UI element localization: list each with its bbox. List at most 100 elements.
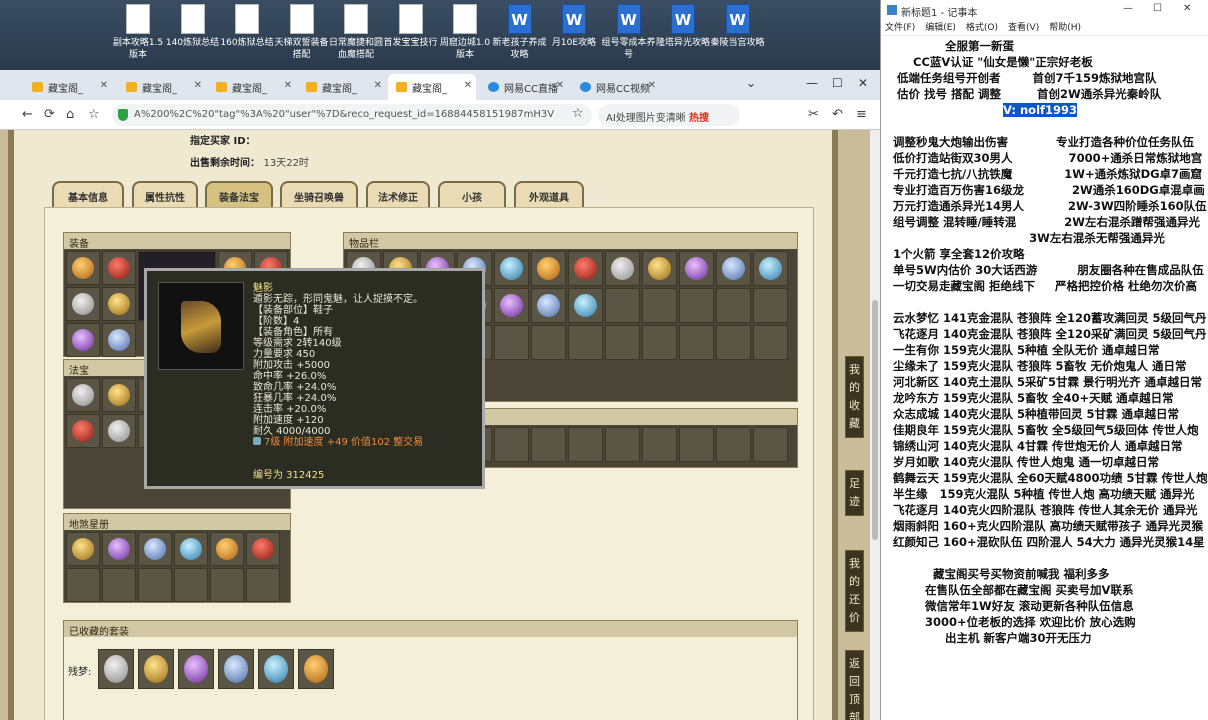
notepad-menu-item[interactable]: 编辑(E) <box>925 23 956 33</box>
item-slot-icon[interactable] <box>494 251 529 286</box>
game-tab[interactable]: 法术修正 <box>366 181 430 207</box>
item-slot-icon[interactable] <box>138 649 174 689</box>
page-scrollbar[interactable] <box>870 130 880 720</box>
item-slot-icon[interactable] <box>531 251 566 286</box>
browser-tab[interactable]: 藏宝阁_ ✕ <box>298 74 386 100</box>
item-slot-icon[interactable] <box>568 288 603 323</box>
item-slot-icon[interactable] <box>716 251 751 286</box>
desktop-icon[interactable]: 首发宝宝技行 <box>383 4 439 49</box>
item-slot-icon[interactable] <box>102 532 136 566</box>
item-slot-icon[interactable] <box>66 251 100 285</box>
notepad-content[interactable]: 全服第一新蛋 CC蓝V认证 "仙女是懒"正宗好老板 低端任务组号开创者 首创7千… <box>885 38 1208 646</box>
item-slot-icon[interactable] <box>66 532 100 566</box>
side-button[interactable]: 返回顶部 <box>845 650 864 720</box>
browser-tab[interactable]: 藏宝阁_ ✕ <box>24 74 112 100</box>
selected-text[interactable]: V: nolf1993 <box>1003 103 1078 117</box>
notepad-menu-item[interactable]: 格式(O) <box>966 23 998 33</box>
side-button[interactable]: 足迹 <box>845 470 864 516</box>
item-slot-icon[interactable] <box>531 288 566 323</box>
item-slot-icon[interactable] <box>679 251 714 286</box>
tab-search-icon[interactable]: ⌄ <box>746 76 756 90</box>
side-button[interactable]: 我的收藏 <box>845 356 864 438</box>
game-tab[interactable]: 小孩 <box>438 181 506 207</box>
menu-icon[interactable]: ≡ <box>856 107 867 122</box>
tab-close-icon[interactable]: ✕ <box>194 80 202 91</box>
desktop-icon[interactable]: 天梯双誓装备搭配 <box>274 4 330 61</box>
item-slot-icon[interactable] <box>178 649 214 689</box>
desktop-icon[interactable]: 副本攻略1.5版本 <box>110 4 166 61</box>
np-maximize-button[interactable]: ☐ <box>1153 3 1162 14</box>
maximize-button[interactable]: ☐ <box>832 76 843 90</box>
browser-tab[interactable]: 网易CC视频 ✕ <box>572 74 660 100</box>
item-slot-icon[interactable] <box>258 649 294 689</box>
minimize-button[interactable]: — <box>806 76 818 90</box>
item-slot-icon[interactable] <box>102 251 136 285</box>
item-slot-icon[interactable] <box>102 287 136 321</box>
np-minimize-button[interactable]: — <box>1123 3 1133 14</box>
browser-tab[interactable]: 藏宝阁_ ✕ <box>118 74 206 100</box>
game-tab[interactable]: 属性抗性 <box>132 181 198 207</box>
game-tab[interactable]: 基本信息 <box>52 181 124 207</box>
item-slot-icon[interactable] <box>102 323 136 357</box>
item-slot-icon[interactable] <box>174 532 208 566</box>
tab-close-icon[interactable]: ✕ <box>100 80 108 91</box>
hot-search-badge[interactable]: 热搜 <box>689 113 709 124</box>
item-slot-icon[interactable] <box>66 414 100 448</box>
item-slot-icon[interactable] <box>98 649 134 689</box>
tab-close-icon[interactable]: ✕ <box>464 80 472 91</box>
item-slot-icon[interactable] <box>66 287 100 321</box>
bookmark-icon[interactable]: ☆ <box>88 107 100 122</box>
url-field[interactable]: A%200%2C%20"tag"%3A%20"user"%7D&reco_req… <box>112 104 592 126</box>
tab-close-icon[interactable]: ✕ <box>556 80 564 91</box>
item-slot-icon[interactable] <box>66 323 100 357</box>
item-slot-icon[interactable] <box>568 251 603 286</box>
desktop-icon[interactable]: 160炼狱总结 <box>219 4 275 49</box>
tab-close-icon[interactable]: ✕ <box>284 80 292 91</box>
tab-close-icon[interactable]: ✕ <box>648 80 656 91</box>
np-close-button[interactable]: ✕ <box>1183 3 1191 14</box>
empty-slot <box>246 568 280 602</box>
desktop-icon[interactable]: 周窟边城1.0版本 <box>437 4 493 61</box>
desktop-icon[interactable]: 日常魔捷和圆血魔搭配 <box>328 4 384 61</box>
star-icon[interactable]: ☆ <box>572 106 584 121</box>
notepad-menu-item[interactable]: 帮助(H) <box>1049 23 1081 33</box>
home-icon[interactable]: ⌂ <box>66 107 74 122</box>
tab-close-icon[interactable]: ✕ <box>374 80 382 91</box>
scissors-icon[interactable]: ✂ <box>808 107 819 122</box>
item-slot-icon[interactable] <box>138 532 172 566</box>
close-button[interactable]: ✕ <box>858 76 868 90</box>
game-tab[interactable]: 外观道具 <box>514 181 584 207</box>
item-slot-icon[interactable] <box>753 251 788 286</box>
notepad-menu-item[interactable]: 文件(F) <box>885 23 915 33</box>
item-slot-icon[interactable] <box>66 378 100 412</box>
tab-favicon <box>32 82 43 92</box>
desktop-icon-label: 周窟边城1.0版本 <box>439 38 491 60</box>
desktop-icon[interactable]: 140炼狱总结 <box>165 4 221 49</box>
item-slot-icon[interactable] <box>210 532 244 566</box>
item-slot-icon[interactable] <box>246 532 280 566</box>
browser-tab[interactable]: 藏宝阁_ ✕ <box>208 74 296 100</box>
item-slot-icon[interactable] <box>642 251 677 286</box>
desktop-icon[interactable]: W 组号零成本养号 <box>601 4 657 61</box>
undo-icon[interactable]: ↶ <box>832 107 843 122</box>
game-tab[interactable]: 装备法宝 <box>205 181 273 207</box>
item-slot-icon[interactable] <box>218 649 254 689</box>
reload-icon[interactable]: ⟳ <box>44 107 55 122</box>
item-slot-icon[interactable] <box>102 414 136 448</box>
item-slot-icon[interactable] <box>494 288 529 323</box>
side-button[interactable]: 我的还价 <box>845 550 864 632</box>
item-slot-icon[interactable] <box>102 378 136 412</box>
item-slot-icon[interactable] <box>298 649 334 689</box>
search-box[interactable]: AI处理图片变清晰 热搜 <box>598 104 740 126</box>
notepad-menu-item[interactable]: 查看(V) <box>1008 23 1039 33</box>
browser-tab[interactable]: 网易CC直播 ✕ <box>480 74 568 100</box>
game-tab[interactable]: 坐骑召唤兽 <box>280 181 358 207</box>
desktop-icon[interactable]: W 月10E攻略 <box>546 4 602 49</box>
desktop-icon[interactable]: W 隆塔异光攻略 <box>655 4 711 49</box>
browser-tab[interactable]: 藏宝阁_ ✕ <box>388 74 476 100</box>
scroll-thumb[interactable] <box>872 300 878 540</box>
desktop-icon[interactable]: W 秦陵当宫攻略 <box>710 4 766 49</box>
item-slot-icon[interactable] <box>605 251 640 286</box>
back-icon[interactable]: ← <box>22 107 33 122</box>
desktop-icon[interactable]: W 新老孩子养成攻略 <box>492 4 548 61</box>
